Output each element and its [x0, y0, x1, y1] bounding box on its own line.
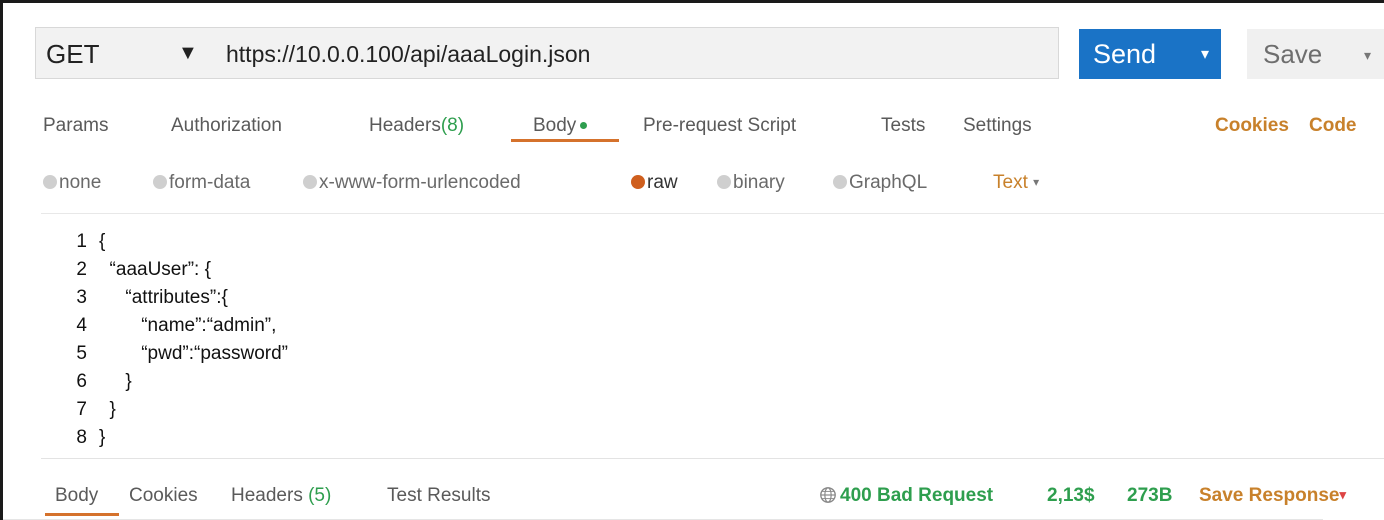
response-headers-label: Headers	[231, 485, 303, 506]
body-editor[interactable]: 1 { 2 “aaaUser”: { 3 “attributes”:{ 4 “na…	[41, 213, 1384, 459]
body-type-graphql-label: GraphQL	[849, 172, 928, 193]
tab-tests[interactable]: Tests	[881, 115, 925, 137]
code-text: “pwd”:“password”	[99, 343, 288, 364]
response-headers-count-badge: (5)	[308, 485, 332, 506]
line-number: 8	[76, 427, 87, 448]
code-text: “name”:“admin”,	[99, 315, 277, 336]
radio-icon	[43, 175, 57, 189]
tab-headers[interactable]: Headers(8)	[369, 115, 464, 137]
line-number: 2	[76, 259, 87, 280]
save-response-dropdown[interactable]: Save Response▾	[1199, 485, 1346, 507]
response-tab-test-results[interactable]: Test Results	[387, 485, 490, 507]
request-bar: GET ▼ https://10.0.0.100/api/aaaLogin.js…	[35, 27, 1059, 79]
body-type-urlencoded[interactable]: x-www-form-urlencoded	[303, 172, 521, 194]
tab-authorization[interactable]: Authorization	[171, 115, 282, 137]
response-time[interactable]: 2,13$	[1047, 485, 1095, 507]
app-window: GET ▼ https://10.0.0.100/api/aaaLogin.js…	[0, 0, 1384, 520]
response-tab-body[interactable]: Body	[55, 485, 98, 507]
body-type-none-label: none	[59, 172, 102, 193]
method-dropdown-icon[interactable]: ▼	[178, 28, 198, 80]
body-type-form-data-label: form-data	[169, 172, 251, 193]
line-number: 7	[76, 399, 87, 420]
tab-headers-label: Headers	[369, 115, 441, 136]
save-dropdown-icon[interactable]: ▾	[1364, 29, 1371, 81]
globe-icon	[820, 487, 836, 503]
body-type-urlencoded-label: x-www-form-urlencoded	[319, 172, 521, 193]
code-text: {	[99, 231, 106, 252]
line-number: 4	[76, 315, 87, 336]
body-type-raw-label: raw	[647, 172, 678, 193]
line-number: 1	[76, 231, 87, 252]
code-text: }	[99, 371, 132, 392]
response-tab-cookies[interactable]: Cookies	[129, 485, 198, 507]
send-button[interactable]: Send ▾	[1079, 29, 1221, 79]
code-text: }	[99, 399, 116, 420]
active-tab-indicator	[511, 139, 619, 142]
body-type-graphql[interactable]: GraphQL	[833, 172, 927, 194]
code-text: “attributes”:{	[99, 287, 228, 308]
headers-count-badge: (8)	[440, 115, 465, 136]
tab-body-label: Body	[533, 115, 577, 136]
radio-icon	[303, 175, 317, 189]
body-type-none[interactable]: none	[43, 172, 101, 194]
body-type-binary-label: binary	[733, 172, 785, 193]
response-active-tab-indicator	[45, 513, 119, 516]
response-tab-headers[interactable]: Headers (5)	[231, 485, 331, 507]
code-text: “aaaUser”: {	[99, 259, 211, 280]
tab-body[interactable]: Body	[533, 115, 588, 137]
response-size[interactable]: 273B	[1127, 485, 1172, 507]
line-number: 6	[76, 371, 87, 392]
chevron-down-icon: ▾	[1033, 175, 1040, 189]
response-status[interactable]: 400 Bad Request	[819, 485, 993, 507]
send-dropdown-icon[interactable]: ▾	[1201, 29, 1209, 81]
radio-selected-icon	[631, 175, 645, 189]
cookies-link[interactable]: Cookies	[1215, 115, 1289, 137]
body-type-form-data[interactable]: form-data	[153, 172, 250, 194]
code-link[interactable]: Code	[1309, 115, 1357, 137]
body-modified-dot-icon	[580, 122, 588, 130]
chevron-down-icon: ▾	[1339, 487, 1346, 502]
url-input[interactable]: https://10.0.0.100/api/aaaLogin.json	[226, 28, 590, 80]
send-button-label: Send	[1093, 39, 1157, 69]
save-button-label: Save	[1263, 39, 1323, 69]
code-text: }	[99, 427, 106, 448]
radio-icon	[833, 175, 847, 189]
save-button[interactable]: Save ▾	[1247, 29, 1384, 79]
save-response-label: Save Response	[1199, 485, 1340, 506]
tab-pre-request-script[interactable]: Pre-request Script	[643, 115, 796, 137]
line-number: 5	[76, 343, 87, 364]
tab-params[interactable]: Params	[43, 115, 108, 137]
radio-icon	[717, 175, 731, 189]
method-select[interactable]: GET	[46, 28, 99, 80]
body-type-binary[interactable]: binary	[717, 172, 785, 194]
response-status-text: 400 Bad Request	[840, 485, 994, 506]
body-format-label: Text	[993, 172, 1028, 193]
radio-icon	[153, 175, 167, 189]
body-format-dropdown[interactable]: Text ▾	[993, 172, 1039, 194]
tab-settings[interactable]: Settings	[963, 115, 1032, 137]
body-type-raw[interactable]: raw	[631, 172, 678, 194]
line-number: 3	[76, 287, 87, 308]
